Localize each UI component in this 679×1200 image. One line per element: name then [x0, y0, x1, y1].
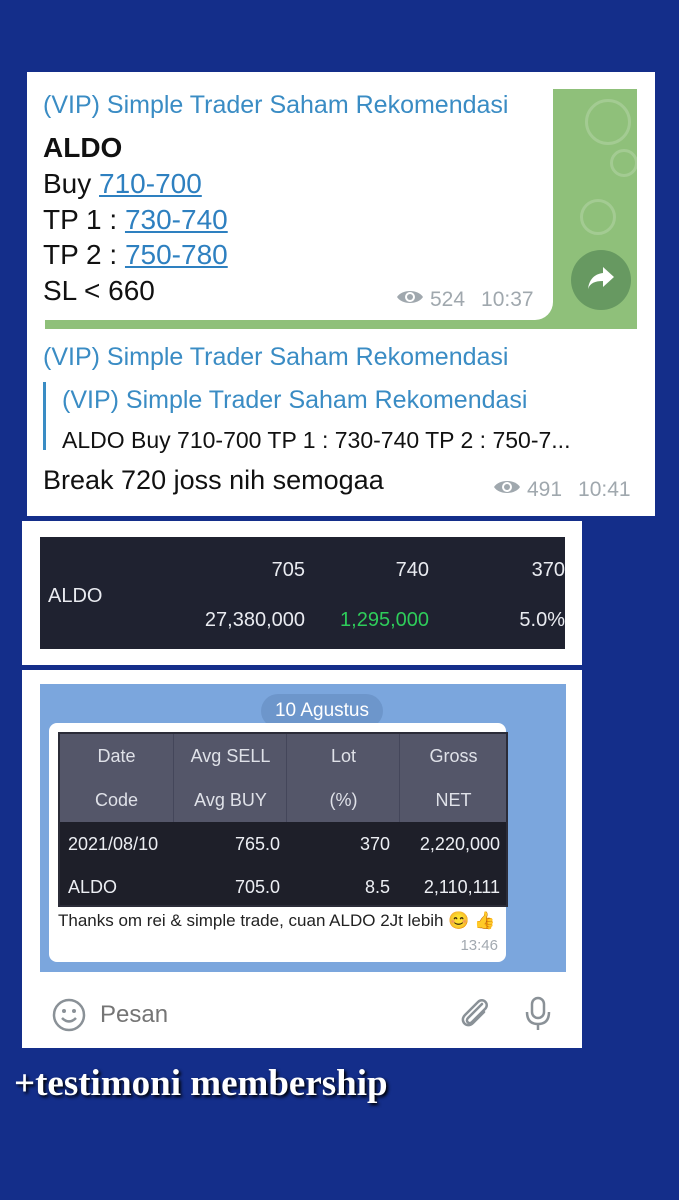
net-value: 2,110,111: [423, 876, 500, 897]
gross-value: 2,220,000: [419, 833, 500, 854]
buy-range-link[interactable]: 710-700: [99, 168, 202, 199]
trade-code: ALDO: [68, 876, 118, 897]
header-avg-sell: Avg SELL: [173, 734, 287, 778]
forward-icon: [586, 265, 616, 296]
view-count: 491: [527, 478, 563, 501]
message-time: 10:37: [481, 288, 534, 311]
channel-screenshot-panel: (VIP) Simple Trader Saham Rekomendasi AL…: [27, 72, 655, 516]
lot-value: 370: [359, 833, 390, 854]
message-meta: 524 10:37: [396, 288, 534, 312]
quoted-channel-name[interactable]: (VIP) Simple Trader Saham Rekomendasi: [62, 386, 527, 415]
quoted-message[interactable]: ALDO Buy 710-700 TP 1 : 730-740 TP 2 : 7…: [62, 427, 570, 454]
header-lot: Lot: [286, 734, 400, 778]
header-code: Code: [94, 789, 139, 810]
table-row: ALDO 705.0 8.5 2,110,111: [60, 865, 506, 905]
table-header-row: Date Avg SELL Lot Gross: [60, 734, 506, 778]
tp1-line: TP 1 : 730-740: [43, 202, 228, 238]
stock-code: ALDO: [48, 585, 103, 607]
header-gross: Gross: [399, 734, 506, 778]
forward-button[interactable]: [571, 250, 631, 310]
tp2-range-link[interactable]: 750-780: [125, 239, 228, 270]
last-price: 740: [395, 559, 429, 581]
eye-icon: [493, 478, 521, 502]
attach-icon[interactable]: [458, 996, 490, 1037]
header-percent: (%): [286, 778, 400, 822]
header-avg-buy: Avg BUY: [173, 778, 287, 822]
avg-sell-value: 765.0: [234, 833, 280, 854]
profit-percent: 5.0%: [519, 609, 565, 631]
message-text: Thanks om rei & simple trade, cuan ALDO …: [58, 911, 496, 930]
mic-icon[interactable]: [524, 996, 552, 1037]
position-value: 27,380,000: [204, 609, 305, 631]
header-net: NET: [399, 778, 506, 822]
table-row: 2021/08/10 765.0 370 2,220,000: [60, 822, 506, 866]
smile-icon[interactable]: [52, 998, 86, 1037]
lot-count: 370: [531, 559, 565, 581]
reply-message: Break 720 joss nih semogaa: [43, 465, 384, 495]
overlay-caption: +testimoni membership: [14, 1063, 388, 1104]
message-input-bar: [22, 980, 582, 1046]
header-date: Date: [97, 745, 136, 766]
eye-icon: [396, 288, 424, 312]
ticker-line: ALDO: [43, 132, 123, 163]
message-time: 10:41: [578, 478, 631, 501]
channel-name-2[interactable]: (VIP) Simple Trader Saham Rekomendasi: [43, 343, 508, 372]
message-meta-2: 491 10:41: [493, 478, 631, 502]
percent-value: 8.5: [364, 876, 390, 897]
message-bubble[interactable]: (VIP) Simple Trader Saham Rekomendasi AL…: [27, 72, 553, 320]
profit-loss: 1,295,000: [340, 609, 429, 631]
avg-buy-price: 705: [271, 559, 305, 581]
tp2-line: TP 2 : 750-780: [43, 237, 228, 273]
trade-result-table: Date Avg SELL Lot Gross Code Avg BUY (%)…: [58, 732, 508, 907]
trade-date: 2021/08/10: [68, 833, 159, 854]
buy-label: Buy: [43, 168, 100, 199]
stop-loss-line: SL < 660: [43, 275, 155, 306]
table-header-row: Code Avg BUY (%) NET: [60, 778, 506, 822]
wallpaper-doodle: [610, 149, 637, 177]
group-chat-screenshot-panel: 10 Agustus Date Avg SELL Lot Gross Code …: [22, 670, 582, 1048]
avg-buy-value: 705.0: [234, 876, 280, 897]
chat-background: 10 Agustus Date Avg SELL Lot Gross Code …: [40, 684, 566, 972]
wallpaper-doodle: [585, 99, 631, 145]
message-bubble[interactable]: Date Avg SELL Lot Gross Code Avg BUY (%)…: [49, 723, 508, 962]
tp2-label: TP 2 :: [43, 239, 125, 270]
message-time: 13:46: [460, 937, 498, 954]
portfolio-row[interactable]: ALDO 705 740 370 27,380,000 1,295,000 5.…: [40, 537, 565, 649]
quote-bar: [43, 382, 46, 450]
wallpaper-doodle: [580, 199, 616, 235]
buy-line: Buy 710-700: [43, 166, 202, 202]
tp1-range-link[interactable]: 730-740: [125, 204, 228, 235]
tp1-label: TP 1 :: [43, 204, 125, 235]
channel-name[interactable]: (VIP) Simple Trader Saham Rekomendasi: [43, 91, 508, 120]
view-count: 524: [430, 288, 466, 311]
message-input[interactable]: [98, 994, 442, 1036]
portfolio-screenshot-panel: ALDO 705 740 370 27,380,000 1,295,000 5.…: [22, 521, 582, 665]
